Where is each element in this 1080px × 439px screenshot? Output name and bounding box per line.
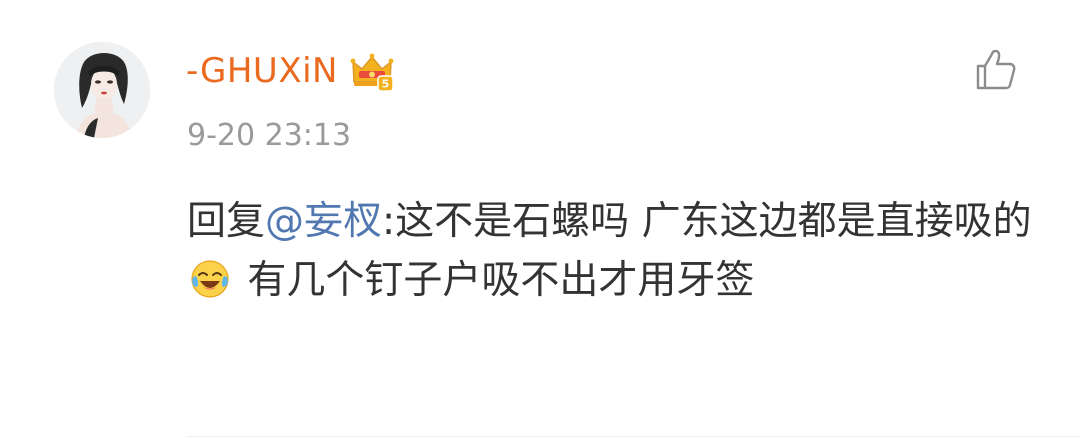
comment-timestamp: 9-20 23:13: [187, 118, 352, 153]
username[interactable]: -GHUXiN: [186, 51, 338, 91]
divider: [187, 436, 1080, 437]
badge-level: 5: [382, 78, 390, 91]
avatar[interactable]: [54, 42, 150, 138]
comment-text: 回复@妄杈:这不是石螺吗 广东这边都是直接吸的 有几个钉子户吸不出才用牙签: [187, 192, 1037, 310]
laugh-cry-emoji-icon: [189, 257, 231, 299]
reply-prefix: 回复: [187, 199, 266, 244]
like-button[interactable]: [970, 44, 1020, 94]
username-row: -GHUXiN 5: [186, 43, 394, 99]
avatar-illustration-icon: [54, 42, 150, 138]
mention-link[interactable]: @妄杈: [265, 199, 382, 244]
thumbs-up-icon: [976, 49, 1016, 90]
crown-vip-badge-icon[interactable]: 5: [350, 52, 394, 92]
comment-text-part-2: 有几个钉子户吸不出才用牙签: [235, 258, 755, 303]
comment-item: -GHUXiN 5 9-20 23:13 回复@妄杈:这不是石螺吗 广东这边都是…: [0, 0, 1080, 439]
comment-text-part-1: :这不是石螺吗 广东这边都是直接吸的: [382, 199, 1032, 244]
